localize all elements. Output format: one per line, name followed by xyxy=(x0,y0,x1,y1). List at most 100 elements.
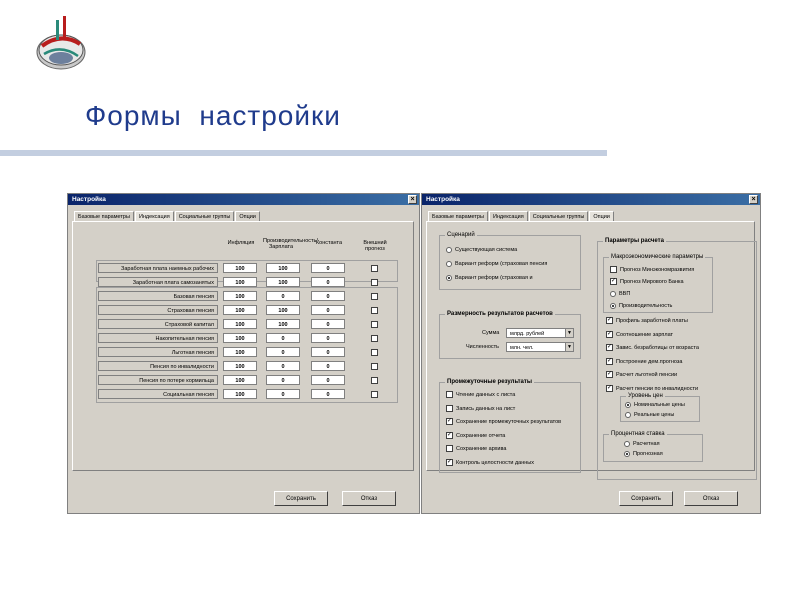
external-forecast-checkbox[interactable] xyxy=(371,307,378,314)
inflation-input[interactable]: 100 xyxy=(223,347,257,357)
tab-options[interactable]: Опции xyxy=(235,211,260,221)
macro-option[interactable]: Производительность xyxy=(610,302,672,310)
external-forecast-checkbox[interactable] xyxy=(371,279,378,286)
close-icon[interactable]: × xyxy=(749,195,758,204)
inflation-input[interactable]: 100 xyxy=(223,389,257,399)
productivity-input[interactable]: 0 xyxy=(266,361,300,371)
constant-input[interactable]: 0 xyxy=(311,389,345,399)
checkbox-icon[interactable]: ✓ xyxy=(606,371,613,379)
radio-icon[interactable] xyxy=(610,302,616,309)
radio-icon[interactable] xyxy=(624,440,630,447)
close-icon[interactable]: × xyxy=(408,195,417,204)
chevron-down-icon[interactable]: ▼ xyxy=(565,329,573,337)
productivity-input[interactable]: 0 xyxy=(266,333,300,343)
checkbox-option[interactable]: ✓ Построение дем.прогноза xyxy=(606,357,682,366)
radio-option[interactable]: Реальные цены xyxy=(625,411,674,419)
checkbox-icon[interactable]: ✓ xyxy=(446,418,453,426)
radio-icon[interactable] xyxy=(446,274,452,281)
radio-icon[interactable] xyxy=(446,246,452,253)
radio-icon[interactable] xyxy=(625,401,631,408)
productivity-input[interactable]: 100 xyxy=(266,319,300,329)
checkbox-option[interactable]: ✓ Контроль целостности данных xyxy=(446,458,534,467)
tab-social-groups[interactable]: Социальные группы xyxy=(528,211,589,221)
constant-input[interactable]: 0 xyxy=(311,291,345,301)
checkbox-icon[interactable]: ✓ xyxy=(606,384,613,392)
productivity-input[interactable]: 0 xyxy=(266,389,300,399)
macro-option[interactable]: Прогноз Минэкономразвития xyxy=(610,266,694,274)
inflation-input[interactable]: 100 xyxy=(223,361,257,371)
checkbox-icon[interactable] xyxy=(446,404,453,412)
checkbox-icon[interactable]: ✓ xyxy=(446,431,453,439)
constant-input[interactable]: 0 xyxy=(311,277,345,287)
radio-icon[interactable] xyxy=(624,450,630,457)
checkbox-icon[interactable]: ✓ xyxy=(606,330,613,338)
constant-input[interactable]: 0 xyxy=(311,347,345,357)
inflation-input[interactable]: 100 xyxy=(223,305,257,315)
radio-icon[interactable] xyxy=(610,290,616,297)
macro-option[interactable]: ✓ Прогноз Мирового Банка xyxy=(610,278,684,286)
external-forecast-checkbox[interactable] xyxy=(371,335,378,342)
checkbox-option[interactable]: ✓ Завис. безработицы от возраста xyxy=(606,344,699,352)
inflation-input[interactable]: 100 xyxy=(223,375,257,385)
checkbox-option[interactable]: ✓ Сохранение промежуточных результатов xyxy=(446,418,561,426)
external-forecast-checkbox[interactable] xyxy=(371,377,378,384)
checkbox-option[interactable]: ✓ Расчет льготной пенсии xyxy=(606,371,677,379)
chevron-down-icon[interactable]: ▼ xyxy=(565,343,573,351)
productivity-input[interactable]: 100 xyxy=(266,277,300,287)
cancel-button[interactable]: Отказ xyxy=(684,491,738,506)
constant-input[interactable]: 0 xyxy=(311,319,345,329)
checkbox-icon[interactable] xyxy=(610,266,617,274)
sum-select[interactable]: млрд. рублей ▼ xyxy=(506,328,574,338)
checkbox-option[interactable]: ✓ Сохранение отчета xyxy=(446,431,505,440)
external-forecast-checkbox[interactable] xyxy=(371,363,378,370)
constant-input[interactable]: 0 xyxy=(311,263,345,273)
external-forecast-checkbox[interactable] xyxy=(371,349,378,356)
inflation-input[interactable]: 100 xyxy=(223,291,257,301)
tab-social-groups[interactable]: Социальные группы xyxy=(174,211,235,221)
checkbox-icon[interactable]: ✓ xyxy=(446,458,453,466)
inflation-input[interactable]: 100 xyxy=(223,277,257,287)
checkbox-icon[interactable]: ✓ xyxy=(606,317,613,325)
count-select[interactable]: млн. чел. ▼ xyxy=(506,342,574,352)
constant-input[interactable]: 0 xyxy=(311,305,345,315)
constant-input[interactable]: 0 xyxy=(311,333,345,343)
constant-input[interactable]: 0 xyxy=(311,375,345,385)
checkbox-option[interactable]: ✓ Расчет пенсии по инвалидности xyxy=(606,384,698,393)
checkbox-option[interactable]: Чтение данных с листа xyxy=(446,391,515,399)
radio-option[interactable]: Прогнозная xyxy=(624,450,663,458)
save-button[interactable]: Сохранить xyxy=(619,491,673,506)
constant-input[interactable]: 0 xyxy=(311,361,345,371)
radio-option[interactable]: Расчетная xyxy=(624,440,660,448)
checkbox-icon[interactable] xyxy=(446,391,453,399)
tab-indexation[interactable]: Индексация xyxy=(488,211,528,221)
save-button[interactable]: Сохранить xyxy=(274,491,328,506)
tab-base-parameters[interactable]: Базовые параметры xyxy=(74,211,134,221)
productivity-input[interactable]: 0 xyxy=(266,375,300,385)
checkbox-option[interactable]: ✓ Соотношение зарплат xyxy=(606,330,673,339)
radio-option[interactable]: Вариант реформ (страховая и xyxy=(446,274,533,282)
radio-option[interactable]: Номинальные цены xyxy=(625,401,685,409)
cancel-button[interactable]: Отказ xyxy=(342,491,396,506)
radio-option[interactable]: Существующая система xyxy=(446,246,517,254)
inflation-input[interactable]: 100 xyxy=(223,263,257,273)
checkbox-option[interactable]: Сохранение архива xyxy=(446,445,506,453)
checkbox-option[interactable]: Запись данных на лист xyxy=(446,404,515,413)
productivity-input[interactable]: 0 xyxy=(266,347,300,357)
productivity-input[interactable]: 0 xyxy=(266,291,300,301)
tab-base-parameters[interactable]: Базовые параметры xyxy=(428,211,488,221)
macro-option[interactable]: ВВП xyxy=(610,290,630,298)
inflation-input[interactable]: 100 xyxy=(223,319,257,329)
external-forecast-checkbox[interactable] xyxy=(371,391,378,398)
productivity-input[interactable]: 100 xyxy=(266,305,300,315)
checkbox-option[interactable]: ✓ Профиль заработной платы xyxy=(606,317,688,325)
radio-icon[interactable] xyxy=(625,411,631,418)
inflation-input[interactable]: 100 xyxy=(223,333,257,343)
external-forecast-checkbox[interactable] xyxy=(371,321,378,328)
productivity-input[interactable]: 100 xyxy=(266,263,300,273)
external-forecast-checkbox[interactable] xyxy=(371,265,378,272)
radio-option[interactable]: Вариант реформ (страховая пенсия xyxy=(446,260,547,268)
radio-icon[interactable] xyxy=(446,260,452,267)
checkbox-icon[interactable]: ✓ xyxy=(610,278,617,286)
checkbox-icon[interactable] xyxy=(446,445,453,453)
checkbox-icon[interactable]: ✓ xyxy=(606,344,613,352)
